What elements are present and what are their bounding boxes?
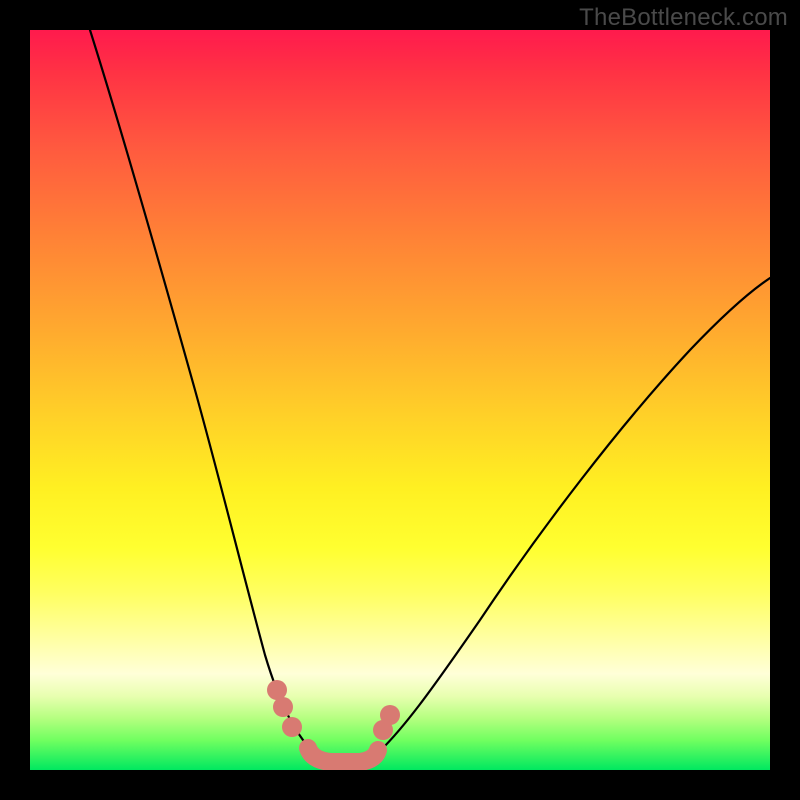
marker-dot bbox=[273, 697, 293, 717]
curve-left-branch bbox=[90, 30, 320, 760]
chart-frame: TheBottleneck.com bbox=[0, 0, 800, 800]
marker-bottom-segment bbox=[308, 748, 378, 762]
marker-dot bbox=[380, 705, 400, 725]
watermark-text: TheBottleneck.com bbox=[579, 4, 788, 32]
marker-dot bbox=[282, 717, 302, 737]
curve-right-branch bbox=[370, 278, 770, 760]
marker-dot bbox=[267, 680, 287, 700]
bottleneck-curve-svg bbox=[30, 30, 770, 770]
plot-area bbox=[30, 30, 770, 770]
